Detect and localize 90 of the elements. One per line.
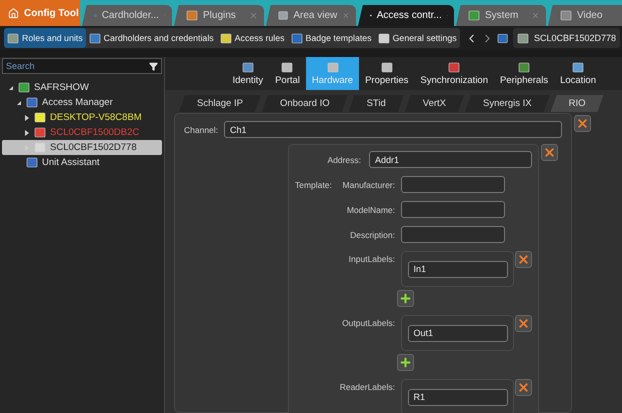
input-field[interactable]: Addr1 bbox=[369, 151, 532, 168]
input-field[interactable] bbox=[401, 226, 505, 243]
remove-button[interactable] bbox=[515, 379, 532, 396]
tree-item[interactable]: SCL0CBF1500DB2C bbox=[2, 125, 162, 140]
field-label: Address: bbox=[326, 154, 361, 164]
toolbar-icon bbox=[290, 32, 303, 44]
toolbar-icon bbox=[7, 32, 19, 44]
search-field[interactable]: Search bbox=[2, 58, 162, 74]
tree-item[interactable]: SAFRSHOW bbox=[2, 80, 162, 95]
home-icon bbox=[8, 8, 19, 18]
collapsed-triangle-icon[interactable] bbox=[24, 114, 30, 120]
tree-item-label: SAFRSHOW bbox=[34, 82, 89, 93]
remove-button[interactable] bbox=[515, 251, 532, 268]
tree-item[interactable]: DESKTOP-V58C8BM bbox=[2, 110, 162, 125]
server-icon bbox=[516, 32, 529, 44]
nav-tab[interactable]: Properties bbox=[359, 57, 414, 90]
collapsed-triangle-icon[interactable] bbox=[24, 130, 30, 136]
entity-field[interactable]: SCL0CBF1502D778 bbox=[512, 28, 620, 48]
page-icon bbox=[242, 62, 254, 72]
field-label: ReaderLabels: bbox=[338, 382, 395, 392]
expanded-triangle-icon[interactable] bbox=[16, 100, 22, 106]
remove-button[interactable] bbox=[515, 315, 532, 332]
field-label: Manufacturer: bbox=[342, 180, 395, 190]
tree-item[interactable]: SCL0CBF1502D778 bbox=[2, 140, 162, 155]
toolbar-item[interactable]: Cardholders and credentials bbox=[86, 28, 217, 48]
add-button[interactable] bbox=[397, 354, 414, 371]
server-icon bbox=[34, 127, 46, 138]
tree-item-label: DESKTOP-V58C8BM bbox=[50, 112, 142, 123]
tab[interactable]: Area view bbox=[266, 5, 356, 26]
tab[interactable]: Cardholder... bbox=[82, 5, 172, 26]
server-icon bbox=[34, 142, 46, 153]
input-field[interactable] bbox=[401, 176, 505, 193]
tree-item-label: Access Manager bbox=[42, 97, 113, 108]
toolbar-item[interactable]: Access rules bbox=[216, 28, 288, 48]
tree-item-label: SCL0CBF1500DB2C bbox=[50, 127, 140, 138]
toolbar-icon bbox=[378, 32, 390, 44]
input-field[interactable]: Out1 bbox=[408, 324, 508, 342]
nav-tab[interactable]: Identity bbox=[226, 57, 270, 90]
sub-tab[interactable]: Onboard IO bbox=[262, 95, 348, 112]
filter-icon[interactable] bbox=[149, 62, 158, 70]
input-field[interactable]: R1 bbox=[408, 388, 508, 406]
page-icon bbox=[518, 62, 530, 72]
page-icon bbox=[572, 62, 584, 72]
toolbar-icon bbox=[220, 32, 232, 44]
search-input[interactable]: Search bbox=[6, 61, 147, 71]
tab[interactable]: System bbox=[456, 5, 546, 26]
input-field[interactable]: Ch1 bbox=[224, 121, 562, 138]
tree-item-label: Unit Assistant bbox=[42, 157, 100, 168]
sub-tab[interactable]: RIO bbox=[550, 95, 604, 112]
page-icon bbox=[326, 62, 338, 72]
tree-item[interactable]: Unit Assistant bbox=[2, 155, 162, 170]
input-field[interactable]: In1 bbox=[408, 260, 508, 278]
server-icon bbox=[18, 82, 30, 93]
sub-tab[interactable]: VertX bbox=[404, 95, 464, 112]
field-label: ModelName: bbox=[346, 204, 395, 214]
field-label: Template: bbox=[295, 180, 332, 190]
toolbar-item[interactable]: Roles and units bbox=[4, 28, 86, 48]
server-icon bbox=[34, 112, 46, 123]
sub-tab[interactable]: Schlage IP bbox=[179, 95, 261, 112]
nav-tab[interactable]: Portal bbox=[269, 57, 306, 90]
server-icon bbox=[26, 157, 38, 168]
field-label: InputLabels: bbox=[348, 254, 395, 264]
sub-tab[interactable]: STid bbox=[348, 95, 404, 112]
plus-icon bbox=[399, 356, 412, 369]
tree-item[interactable]: Access Manager bbox=[2, 95, 162, 110]
sub-tab[interactable]: Synergis IX bbox=[465, 95, 550, 112]
field-label: Description: bbox=[350, 230, 395, 240]
expanded-triangle-icon[interactable] bbox=[8, 84, 14, 90]
input-field[interactable] bbox=[401, 201, 505, 218]
remove-button[interactable] bbox=[574, 115, 591, 132]
tab[interactable]: Plugins bbox=[174, 5, 264, 26]
plus-icon bbox=[399, 292, 412, 305]
toolbar-item[interactable]: Badge templates bbox=[288, 28, 375, 48]
nav-tab[interactable]: Synchronization bbox=[414, 57, 494, 90]
nav-tab[interactable]: Peripherals bbox=[494, 57, 554, 90]
tree-item-label: SCL0CBF1502D778 bbox=[50, 142, 137, 153]
add-button[interactable] bbox=[397, 290, 414, 307]
remove-button[interactable] bbox=[541, 144, 558, 161]
field-label: Channel: bbox=[184, 124, 218, 134]
toolbar-icon bbox=[88, 32, 101, 44]
jump-icon bbox=[496, 32, 508, 44]
nav-tab[interactable]: Location bbox=[554, 57, 602, 90]
page-icon bbox=[281, 62, 294, 72]
page-icon bbox=[380, 62, 393, 72]
server-icon bbox=[26, 97, 38, 108]
page-icon bbox=[448, 62, 460, 72]
tab[interactable]: Access contr... bbox=[358, 5, 454, 26]
tab[interactable]: Video bbox=[548, 5, 622, 26]
toolbar-item[interactable]: General settings bbox=[374, 28, 460, 48]
field-label: OutputLabels: bbox=[341, 318, 395, 328]
